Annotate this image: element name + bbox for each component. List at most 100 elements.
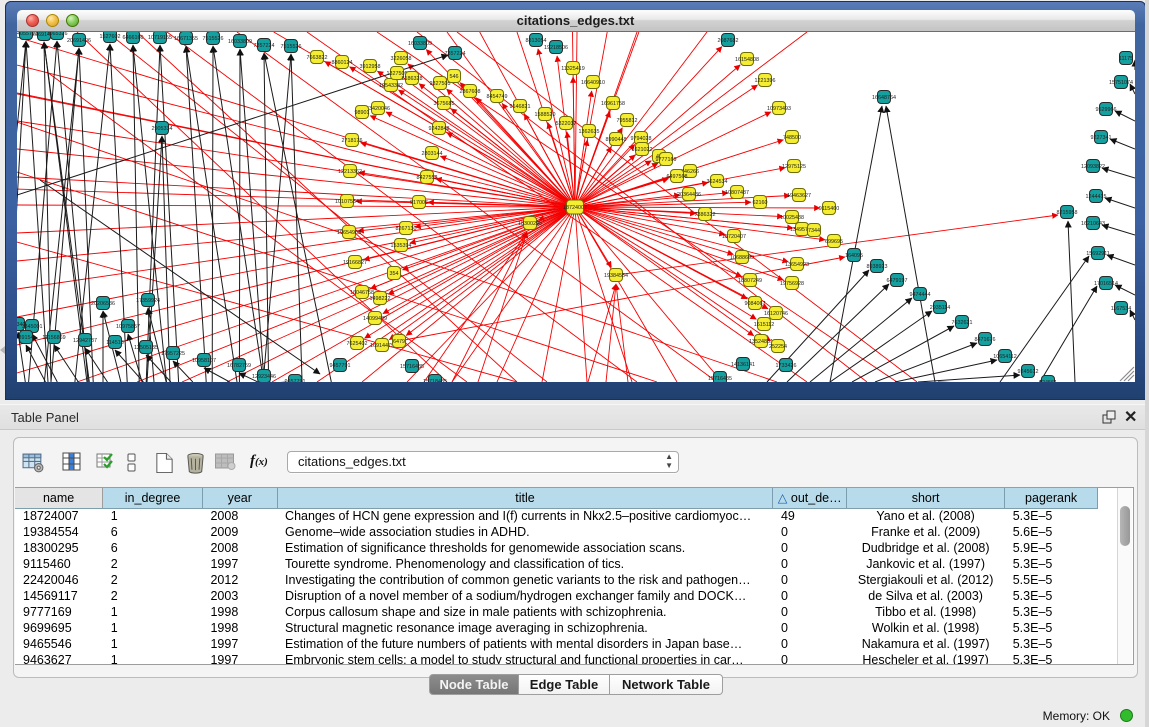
svg-text:16914479: 16914479: [370, 343, 394, 349]
svg-text:9657791: 9657791: [284, 379, 305, 382]
svg-text:8267130: 8267130: [395, 226, 416, 232]
svg-text:16648764: 16648764: [872, 95, 896, 101]
svg-text:13654923: 13654923: [785, 262, 809, 268]
svg-text:7955812: 7955812: [616, 118, 637, 124]
svg-text:20691406: 20691406: [67, 38, 91, 44]
svg-text:6479197: 6479197: [886, 278, 907, 284]
svg-text:10543382: 10543382: [379, 83, 403, 89]
svg-text:12093822: 12093822: [1081, 164, 1105, 170]
svg-text:7515526: 7515526: [202, 36, 223, 42]
svg-text:1527602: 1527602: [99, 34, 120, 40]
svg-text:8427552: 8427552: [416, 175, 437, 181]
svg-text:10719155: 10719155: [148, 35, 172, 41]
svg-text:16210643: 16210643: [1081, 221, 1105, 227]
svg-text:12505135: 12505135: [134, 345, 158, 351]
svg-text:10654112: 10654112: [993, 354, 1017, 360]
svg-text:14099489: 14099489: [363, 316, 387, 322]
svg-text:10807487: 10807487: [725, 190, 749, 196]
svg-text:2935114: 2935114: [929, 305, 950, 311]
svg-text:7357224: 7357224: [253, 43, 274, 49]
svg-text:8215958: 8215958: [1056, 210, 1077, 216]
svg-text:16782759: 16782759: [227, 363, 251, 369]
svg-text:1498222: 1498222: [369, 296, 390, 302]
svg-text:7386322: 7386322: [694, 212, 715, 218]
svg-text:18807249: 18807249: [738, 278, 762, 284]
svg-text:11175: 11175: [1118, 56, 1132, 62]
svg-text:7625402: 7625402: [346, 341, 367, 347]
svg-text:1244415: 1244415: [1085, 194, 1106, 200]
svg-text:1167534: 1167534: [1110, 306, 1131, 312]
svg-text:3912958: 3912958: [359, 64, 380, 70]
svg-text:19654983: 19654983: [337, 230, 361, 236]
svg-text:2867608: 2867608: [459, 89, 480, 95]
svg-text:10975857: 10975857: [116, 324, 140, 330]
svg-text:16154808: 16154808: [735, 57, 759, 63]
svg-text:2718176: 2718176: [341, 138, 362, 144]
svg-text:1362635: 1362635: [578, 129, 599, 135]
svg-text:15720407: 15720407: [722, 234, 746, 240]
svg-text:14136141: 14136141: [731, 362, 755, 368]
svg-text:8454749: 8454749: [486, 94, 507, 100]
svg-text:3675685: 3675685: [433, 101, 454, 107]
svg-text:10107554: 10107554: [335, 199, 359, 205]
svg-text:3624534: 3624534: [706, 179, 727, 185]
svg-text:23420046: 23420046: [366, 106, 390, 112]
svg-text:11325419: 11325419: [561, 66, 585, 72]
svg-text:15692911: 15692911: [1086, 251, 1110, 257]
svg-text:10958107: 10958107: [192, 358, 216, 364]
svg-text:1588520: 1588520: [534, 112, 555, 118]
svg-text:1221396: 1221396: [754, 78, 775, 84]
svg-text:10973493: 10973493: [767, 106, 791, 112]
svg-text:15716485: 15716485: [708, 376, 732, 382]
svg-text:7663822: 7663822: [306, 55, 327, 61]
svg-text:1621022: 1621022: [631, 147, 652, 153]
svg-text:1535394: 1535394: [390, 243, 411, 249]
svg-text:15751074: 15751074: [1109, 80, 1133, 86]
svg-text:19756928: 19756928: [780, 281, 804, 287]
svg-text:9474444: 9474444: [909, 292, 930, 298]
svg-text:6479: 6479: [393, 339, 405, 345]
svg-text:9794028: 9794028: [630, 136, 651, 142]
svg-text:20364436: 20364436: [677, 192, 701, 198]
svg-text:2087682: 2087682: [717, 38, 738, 44]
svg-text:12213362: 12213362: [338, 169, 362, 175]
svg-text:15716485: 15716485: [400, 364, 424, 370]
svg-text:924561: 924561: [1039, 380, 1057, 382]
svg-text:19218506: 19218506: [544, 45, 568, 51]
svg-text:2905334: 2905334: [151, 126, 172, 132]
svg-text:748500: 748500: [783, 135, 801, 141]
svg-text:12923446: 12923446: [252, 374, 276, 380]
svg-text:6466160: 6466160: [122, 35, 143, 41]
svg-text:9529966: 9529966: [1095, 107, 1116, 113]
svg-text:16033809: 16033809: [408, 41, 432, 47]
svg-text:1065326: 1065326: [46, 32, 67, 37]
svg-text:16640910: 16640910: [581, 80, 605, 86]
svg-text:8471676: 8471676: [974, 337, 995, 343]
svg-text:7515526: 7515526: [280, 44, 301, 50]
svg-text:8186328: 8186328: [401, 76, 422, 82]
svg-text:1733426: 1733426: [775, 363, 796, 369]
svg-text:1345001: 1345001: [21, 324, 42, 330]
svg-text:10688609: 10688609: [730, 255, 754, 261]
svg-text:9146821: 9146821: [509, 104, 530, 110]
svg-text:98901: 98901: [354, 110, 369, 116]
svg-text:19463627: 19463627: [787, 193, 811, 199]
svg-text:9327505: 9327505: [429, 81, 450, 87]
svg-text:546: 546: [449, 74, 458, 80]
svg-text:16033809: 16033809: [228, 39, 252, 45]
svg-text:8938923: 8938923: [866, 264, 887, 270]
svg-text:62160: 62160: [752, 200, 767, 206]
svg-text:19166827: 19166827: [343, 260, 367, 266]
svg-text:1615112: 1615112: [753, 322, 774, 328]
svg-text:15718485: 15718485: [423, 379, 447, 382]
svg-text:3226058: 3226058: [390, 56, 411, 62]
svg-text:8860124: 8860124: [331, 60, 352, 66]
svg-text:16120746: 16120746: [764, 311, 788, 317]
svg-text:354: 354: [389, 271, 398, 277]
svg-text:9777169: 9777169: [655, 157, 676, 163]
svg-text:11156869: 11156869: [42, 335, 65, 341]
svg-text:5322037: 5322037: [555, 121, 576, 127]
svg-text:17359924: 17359924: [136, 298, 160, 304]
svg-text:9242848: 9242848: [428, 126, 449, 132]
svg-text:2803144: 2803144: [421, 151, 442, 157]
